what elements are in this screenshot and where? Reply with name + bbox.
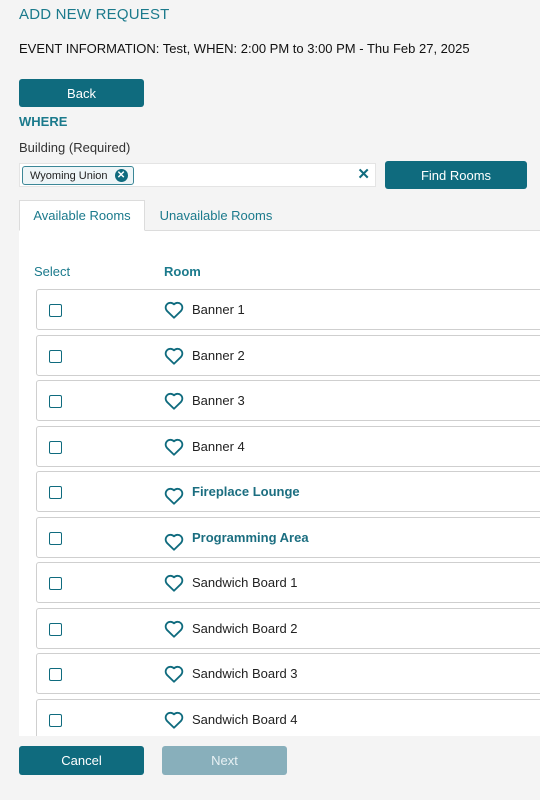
room-name: Sandwich Board 3 [192,666,298,681]
room-select-checkbox[interactable] [49,668,62,681]
tab-available-rooms[interactable]: Available Rooms [19,200,145,231]
room-row[interactable]: Sandwich Board 3 [36,653,540,694]
room-select-checkbox[interactable] [49,486,62,499]
close-circle-icon[interactable]: ✕ [114,169,128,182]
event-information: EVENT INFORMATION: Test, WHEN: 2:00 PM t… [19,41,470,56]
room-select-checkbox[interactable] [49,395,62,408]
heart-outline-icon[interactable] [164,711,184,729]
room-name: Banner 2 [192,347,245,363]
building-label: Building (Required) [19,140,131,155]
room-row[interactable]: Banner 1 [36,289,540,330]
room-name: Banner 3 [192,393,245,408]
building-chip: Wyoming Union ✕ [22,166,134,185]
room-row[interactable]: Programming Area [36,516,540,558]
heart-outline-icon[interactable] [164,665,184,683]
heart-outline-icon[interactable] [164,574,184,592]
room-name: Banner 4 [192,438,245,454]
room-name: Sandwich Board 4 [192,711,298,727]
close-icon[interactable]: ✕ [357,166,370,184]
room-row[interactable]: Sandwich Board 1 [36,562,540,603]
room-name: Fireplace Lounge [192,484,300,499]
cancel-button[interactable]: Cancel [19,746,144,775]
building-select[interactable]: Wyoming Union ✕ ✕ [19,163,376,187]
page-title: ADD NEW REQUEST [19,6,170,23]
heart-outline-icon[interactable] [164,301,184,319]
room-select-checkbox[interactable] [49,349,62,363]
tab-unavailable-rooms[interactable]: Unavailable Rooms [145,200,287,231]
room-select-checkbox[interactable] [49,622,62,636]
building-chip-label: Wyoming Union [30,169,108,182]
room-name: Sandwich Board 2 [192,620,298,636]
room-row[interactable]: Banner 4 [36,425,540,467]
room-name: Sandwich Board 1 [192,575,298,590]
room-column-header: Room [164,264,201,279]
find-rooms-button[interactable]: Find Rooms [385,161,527,189]
room-row[interactable]: Banner 2 [36,334,540,376]
heart-outline-icon[interactable] [164,487,184,505]
room-name: Programming Area [192,529,309,545]
back-button[interactable]: Back [19,79,144,107]
room-row[interactable]: Fireplace Lounge [36,471,540,512]
select-column-header: Select [34,264,71,279]
room-row[interactable]: Banner 3 [36,380,540,421]
next-button[interactable]: Next [162,746,287,775]
room-row[interactable]: Sandwich Board 2 [36,607,540,649]
room-list: Banner 1 Banner 2 Banner 3 Banner 4 Fireplac… [36,289,540,736]
room-name: Banner 1 [192,302,245,317]
heart-outline-icon[interactable] [164,620,184,638]
room-tabs: Available Rooms Unavailable Rooms [19,200,540,231]
room-select-checkbox[interactable] [49,713,62,727]
where-heading: WHERE [19,114,68,129]
heart-outline-icon[interactable] [164,533,184,551]
room-select-checkbox[interactable] [49,531,62,545]
heart-outline-icon[interactable] [164,347,184,365]
heart-outline-icon[interactable] [164,392,184,410]
rooms-panel: Select Room Banner 1 Banner 2 Banner 3 Bann… [19,231,540,736]
room-row[interactable]: Sandwich Board 4 [36,698,540,736]
room-select-checkbox[interactable] [49,577,62,590]
room-select-checkbox[interactable] [49,440,62,454]
heart-outline-icon[interactable] [164,438,184,456]
room-select-checkbox[interactable] [49,304,62,317]
